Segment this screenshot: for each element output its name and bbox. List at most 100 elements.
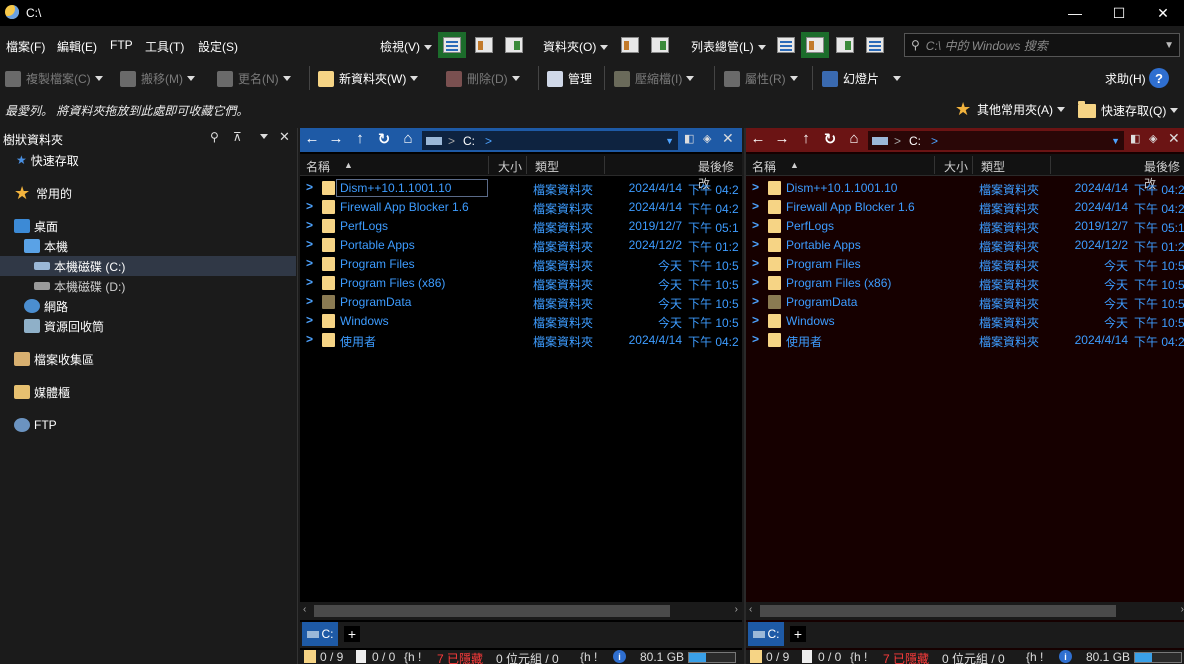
info-icon[interactable]: i — [1059, 650, 1072, 663]
status-hidden[interactable]: 7 已隱藏 — [883, 650, 929, 664]
new-tab-button[interactable]: + — [344, 626, 360, 642]
column-size[interactable]: 大小 — [498, 158, 522, 175]
up-icon[interactable]: ↑ — [348, 130, 372, 147]
pane-link-icon[interactable]: ◧ — [1130, 132, 1140, 145]
scroll-thumb[interactable] — [314, 605, 670, 617]
file-row[interactable]: > PerfLogs 檔案資料夾 2019/12/7 下午 05:1 — [300, 216, 742, 235]
refresh-icon[interactable]: ↻ — [818, 130, 842, 148]
chevron-down-icon[interactable]: ▼ — [1164, 40, 1174, 51]
chevron-right-icon[interactable]: > — [306, 199, 313, 213]
layout-single-button[interactable] — [772, 32, 800, 58]
chevron-right-icon[interactable]: > — [306, 275, 313, 289]
chevron-right-icon[interactable]: > — [306, 332, 313, 346]
forward-icon[interactable]: → — [770, 130, 794, 147]
search-box[interactable]: ⚲ C:\ 中的 Windows 搜索 ▼ — [904, 33, 1180, 57]
tree-item-ftp[interactable]: FTP — [14, 415, 57, 435]
back-icon[interactable]: ← — [300, 130, 324, 147]
minimize-button[interactable]: — — [1052, 0, 1098, 26]
quick-access-button[interactable]: 快速存取(Q) — [1078, 100, 1179, 119]
folders-layout-2-button[interactable] — [646, 32, 674, 58]
file-row[interactable]: > Windows 檔案資料夾 今天 下午 10:5 — [746, 311, 1184, 330]
pane-swap-icon[interactable]: ◈ — [703, 132, 711, 145]
listview-menu[interactable]: 列表總管(L) — [691, 38, 766, 55]
folders-menu[interactable]: 資料夾(O) — [543, 38, 609, 55]
scroll-right-icon[interactable]: › — [735, 604, 738, 615]
layout-preview-button[interactable] — [861, 32, 889, 58]
column-type[interactable]: 類型 — [535, 158, 559, 175]
slideshow-button[interactable]: 幻燈片 — [822, 70, 902, 87]
address-bar[interactable]: > C: > ▼ — [422, 131, 678, 150]
tree-item-drive-d[interactable]: 本機磁碟 (D:) — [34, 276, 125, 296]
view-thumb-button[interactable] — [500, 32, 528, 58]
tree-item-this-pc[interactable]: 本機 — [24, 236, 68, 256]
home-icon[interactable]: ⌂ — [396, 130, 420, 147]
tab-drive-c[interactable]: C: — [748, 622, 784, 646]
chevron-right-icon[interactable]: > — [752, 256, 759, 270]
tree-item-recycle-bin[interactable]: 資源回收筒 — [24, 316, 104, 336]
tree-item-quick-access[interactable]: ★ 快速存取 — [16, 150, 79, 170]
close-icon[interactable]: ✕ — [722, 130, 734, 147]
layout-dual-button[interactable] — [801, 32, 829, 58]
delete-button[interactable]: 刪除(D) — [446, 70, 520, 87]
chevron-right-icon[interactable]: > — [306, 294, 313, 308]
chevron-right-icon[interactable]: > — [752, 275, 759, 289]
chevron-down-icon[interactable]: ▼ — [1111, 136, 1120, 146]
chevron-right-icon[interactable]: > — [752, 199, 759, 213]
back-icon[interactable]: ← — [746, 130, 770, 147]
new-tab-button[interactable]: + — [790, 626, 806, 642]
file-row[interactable]: > Portable Apps 檔案資料夾 2024/12/2 下午 01:2 — [300, 235, 742, 254]
forward-icon[interactable]: → — [324, 130, 348, 147]
file-row[interactable]: > 使用者 檔案資料夾 2024/4/14 下午 04:2 — [746, 330, 1184, 349]
file-row[interactable]: > Firewall App Blocker 1.6 檔案資料夾 2024/4/14 下… — [300, 197, 742, 216]
file-row[interactable]: > Program Files 檔案資料夾 今天 下午 10:5 — [300, 254, 742, 273]
menu-settings[interactable]: 設定(S) — [198, 38, 238, 55]
chevron-right-icon[interactable]: > — [306, 313, 313, 327]
file-row[interactable]: > Portable Apps 檔案資料夾 2024/12/2 下午 01:2 — [746, 235, 1184, 254]
menu-ftp[interactable]: FTP — [110, 38, 133, 52]
file-row[interactable]: > Dism++10.1.1001.10 檔案資料夾 2024/4/14 下午 04:2 — [300, 178, 742, 197]
chevron-right-icon[interactable]: > — [752, 218, 759, 232]
tree-item-favorites[interactable]: ★ 常用的 — [14, 183, 72, 203]
move-button[interactable]: 搬移(M) — [120, 70, 195, 87]
tree-item-network[interactable]: 網路 — [24, 296, 68, 316]
up-icon[interactable]: ↑ — [794, 130, 818, 147]
chevron-right-icon[interactable]: > — [752, 237, 759, 251]
refresh-icon[interactable]: ↻ — [372, 130, 396, 148]
scroll-left-icon[interactable]: ‹ — [303, 604, 306, 615]
help-menu[interactable]: 求助(H) — [1105, 70, 1146, 87]
file-row[interactable]: > Program Files 檔案資料夾 今天 下午 10:5 — [746, 254, 1184, 273]
home-icon[interactable]: ⌂ — [842, 130, 866, 147]
zip-button[interactable]: 壓縮檔(I) — [614, 70, 695, 87]
file-row[interactable]: > Windows 檔案資料夾 今天 下午 10:5 — [300, 311, 742, 330]
column-name[interactable]: 名稱 — [306, 158, 330, 175]
address-bar[interactable]: > C: > ▼ — [868, 131, 1124, 150]
other-favorites-button[interactable]: ★ 其他常用夾(A) — [955, 100, 1065, 118]
column-name[interactable]: 名稱 — [752, 158, 776, 175]
rename-button[interactable]: 更名(N) — [217, 70, 291, 87]
tree-item-desktop[interactable]: 桌面 — [14, 216, 58, 236]
view-details-button[interactable] — [438, 32, 466, 58]
pin-icon[interactable]: ⊼ — [233, 130, 242, 144]
new-folder-button[interactable]: 新資料夾(W) — [318, 70, 419, 87]
menu-tools[interactable]: 工具(T) — [145, 38, 184, 55]
menu-file[interactable]: 檔案(F) — [6, 38, 45, 55]
horizontal-scrollbar[interactable]: ‹ › — [746, 602, 1184, 620]
close-icon[interactable]: ✕ — [279, 129, 290, 145]
close-icon[interactable]: ✕ — [1168, 130, 1180, 147]
chevron-right-icon[interactable]: > — [306, 256, 313, 270]
file-row[interactable]: > Program Files (x86) 檔案資料夾 今天 下午 10:5 — [746, 273, 1184, 292]
copy-files-button[interactable]: 複製檔案(C) — [5, 70, 103, 87]
chevron-down-icon[interactable] — [260, 134, 268, 139]
tree-item-drive-c[interactable]: 本機磁碟 (C:) — [0, 256, 296, 276]
file-row[interactable]: > ProgramData 檔案資料夾 今天 下午 10:5 — [746, 292, 1184, 311]
maximize-button[interactable]: ☐ — [1096, 0, 1142, 26]
file-row[interactable]: > Dism++10.1.1001.10 檔案資料夾 2024/4/14 下午 04:2 — [746, 178, 1184, 197]
file-row[interactable]: > ProgramData 檔案資料夾 今天 下午 10:5 — [300, 292, 742, 311]
chevron-right-icon[interactable]: > — [752, 332, 759, 346]
scroll-thumb[interactable] — [760, 605, 1116, 617]
chevron-right-icon[interactable]: > — [752, 294, 759, 308]
properties-button[interactable]: 屬性(R) — [724, 70, 798, 87]
close-button[interactable]: ✕ — [1140, 0, 1184, 26]
status-hidden[interactable]: 7 已隱藏 — [437, 650, 483, 664]
view-list-button[interactable] — [470, 32, 498, 58]
